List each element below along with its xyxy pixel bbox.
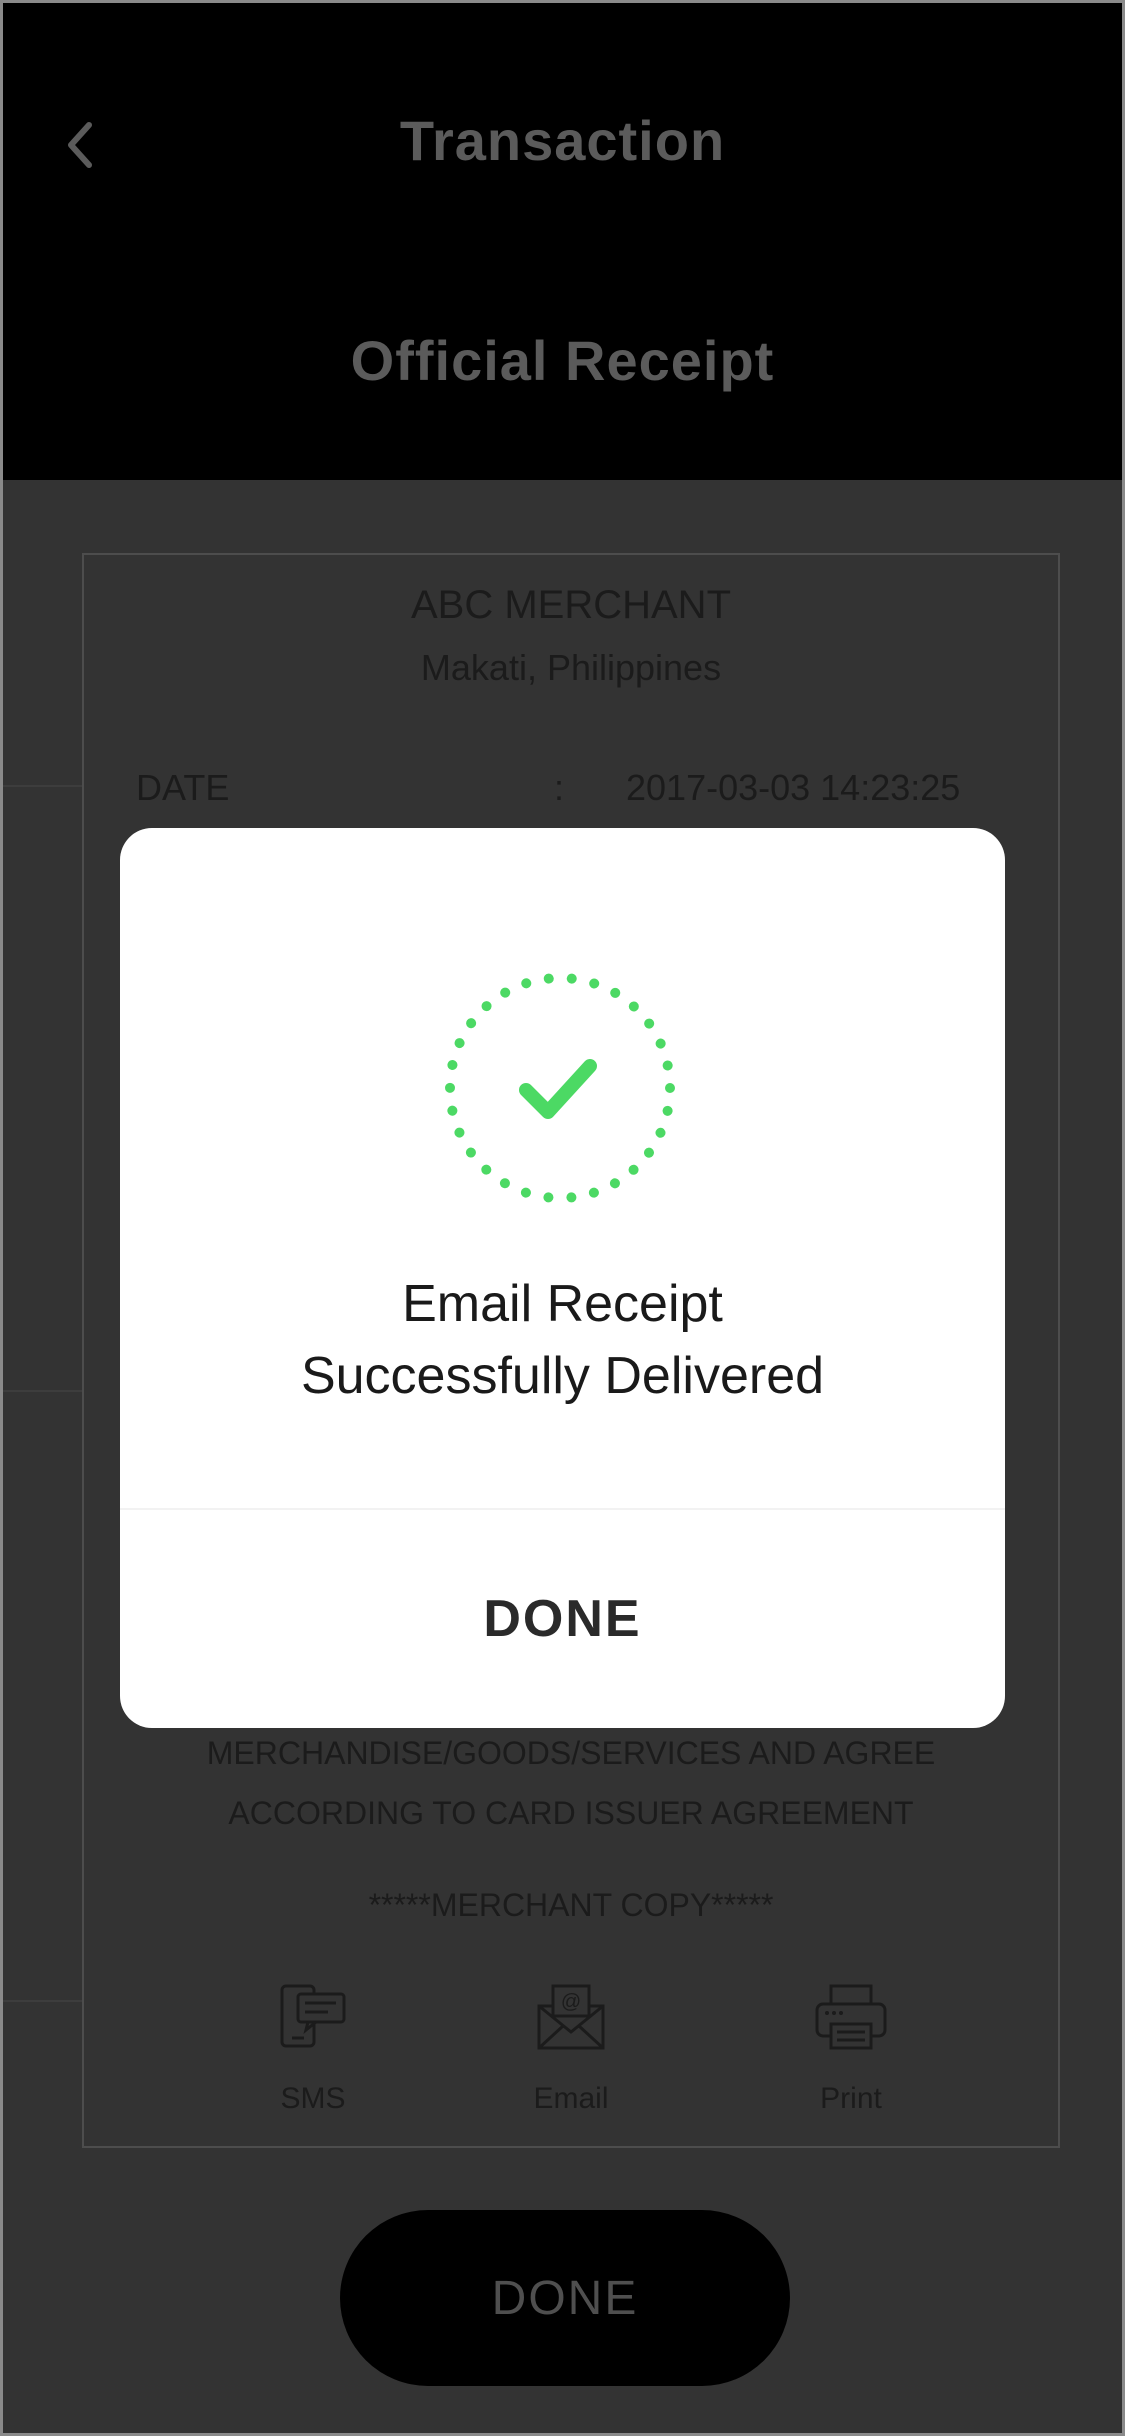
date-separator: :	[554, 767, 565, 808]
dialog-done-button[interactable]: DONE	[120, 1510, 1005, 1728]
divider	[0, 785, 82, 787]
success-dialog: Email Receipt Successfully Delivered DON…	[120, 828, 1005, 1728]
success-message-line-2: Successfully Delivered	[300, 1347, 825, 1405]
page-subtitle: Official Receipt	[350, 329, 775, 392]
email-label: Email	[533, 2082, 609, 2115]
divider	[0, 1390, 82, 1392]
agreement-line-2: ACCORDING TO CARD ISSUER AGREEMENT	[228, 1795, 914, 1831]
email-icon: @	[537, 1984, 605, 2050]
sms-button[interactable]: SMS	[238, 1982, 388, 2116]
sms-label: SMS	[280, 2082, 346, 2115]
email-button[interactable]: @ Email	[496, 1982, 646, 2116]
done-button[interactable]: DONE	[340, 2210, 790, 2386]
print-button[interactable]: Print	[776, 1982, 926, 2116]
merchant-location: Makati, Philippines	[420, 647, 722, 688]
success-message: Email Receipt Successfully Delivered	[120, 1268, 1005, 1412]
divider	[0, 2000, 82, 2002]
success-check-icon	[442, 970, 678, 1206]
date-value: 2017-03-03 14:23:25	[626, 767, 961, 808]
sms-icon	[280, 1984, 346, 2048]
success-message-line-1: Email Receipt	[402, 1275, 723, 1333]
merchant-name: ABC MERCHANT	[410, 583, 732, 627]
print-label: Print	[820, 2082, 882, 2115]
svg-text:@: @	[561, 1991, 581, 2013]
date-label: DATE	[136, 767, 230, 808]
copy-label: *****MERCHANT COPY*****	[368, 1887, 774, 1923]
print-icon	[815, 1984, 887, 2050]
header: Transaction Official Receipt	[0, 0, 1125, 480]
agreement-line-1: MERCHANDISE/GOODS/SERVICES AND AGREE	[206, 1735, 936, 1771]
page-title: Transaction	[399, 109, 726, 172]
